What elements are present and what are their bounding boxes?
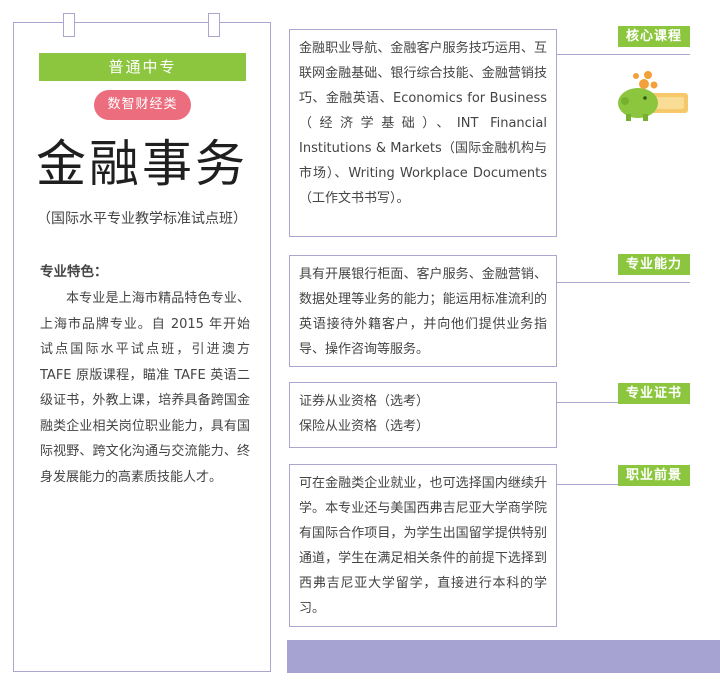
binder-tab-right bbox=[208, 13, 220, 37]
core-courses-tag: 核心课程 bbox=[617, 26, 690, 47]
program-subtitle: （国际水平专业教学标准试点班） bbox=[37, 211, 247, 227]
core-courses-text: 金融职业导航、金融客户服务技巧运用、互联网金融基础、银行综合技能、金融营销技巧、… bbox=[299, 41, 547, 206]
certificate-line: 证券从业资格（选考） bbox=[299, 394, 430, 409]
certificates-box: 证券从业资格（选考） 保险从业资格（选考） bbox=[289, 382, 557, 448]
career-box: 可在金融类企业就业，也可选择国内继续升学。本专业还与美国西弗吉尼亚大学商学院有国… bbox=[289, 464, 557, 627]
core-courses-box: 金融职业导航、金融客户服务技巧运用、互联网金融基础、银行综合技能、金融营销技巧、… bbox=[289, 29, 557, 237]
abilities-tag: 专业能力 bbox=[617, 254, 690, 275]
features-label: 专业特色： bbox=[40, 264, 108, 280]
certificate-line: 保险从业资格（选考） bbox=[299, 419, 430, 434]
certificates-tag: 专业证书 bbox=[617, 383, 690, 404]
career-text: 可在金融类企业就业，也可选择国内继续升学。本专业还与美国西弗吉尼亚大学商学院有国… bbox=[299, 476, 547, 616]
footer-bar bbox=[287, 640, 720, 673]
abilities-rule bbox=[557, 282, 690, 283]
program-title: 金融事务 bbox=[36, 135, 248, 193]
binder-tab-left bbox=[63, 13, 75, 37]
career-tag: 职业前景 bbox=[617, 465, 690, 486]
abilities-box: 具有开展银行柜面、客户服务、金融营销、数据处理等业务的能力；能运用标准流利的英语… bbox=[289, 255, 557, 367]
features-text: 本专业是上海市精品特色专业、上海市品牌专业。自 2015 年开始试点国际水平试点… bbox=[40, 291, 250, 485]
core-courses-rule bbox=[557, 54, 690, 55]
category-banner: 普通中专 bbox=[39, 53, 246, 81]
subcategory-badge: 数智财经类 bbox=[94, 90, 191, 120]
piggy-bank-coins-icon bbox=[618, 71, 688, 121]
abilities-text: 具有开展银行柜面、客户服务、金融营销、数据处理等业务的能力；能运用标准流利的英语… bbox=[299, 267, 547, 357]
